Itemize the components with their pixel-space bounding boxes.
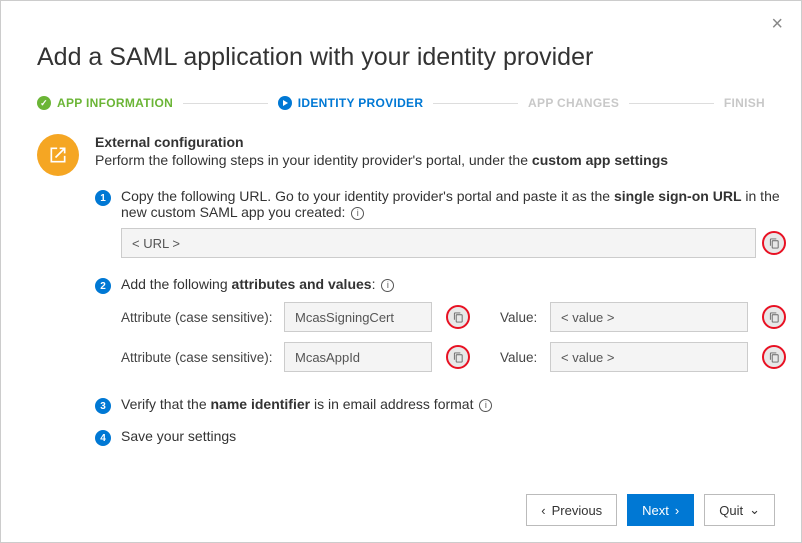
info-icon[interactable]: i <box>479 399 492 412</box>
copy-value-button[interactable] <box>762 305 786 329</box>
chevron-left-icon: ‹ <box>541 503 545 518</box>
attribute-name-field[interactable] <box>284 342 432 372</box>
value-label: Value: <box>500 350 542 365</box>
copy-url-button[interactable] <box>762 231 786 255</box>
step-finish: FINISH <box>724 96 765 110</box>
close-button[interactable]: × <box>771 13 783 36</box>
copy-icon <box>453 312 464 323</box>
instruction-2: 2 Add the following attributes and value… <box>95 276 786 382</box>
step-label: APP CHANGES <box>528 96 619 110</box>
step-divider <box>183 103 268 104</box>
step-app-changes: APP CHANGES <box>528 96 619 110</box>
sso-url-field[interactable] <box>121 228 756 258</box>
step-divider <box>433 103 518 104</box>
step-label: FINISH <box>724 96 765 110</box>
step-number-badge: 2 <box>95 278 111 294</box>
step-number-badge: 1 <box>95 190 111 206</box>
info-icon[interactable]: i <box>381 279 394 292</box>
copy-icon <box>769 312 780 323</box>
step-divider <box>629 103 714 104</box>
step-app-information: ✓ APP INFORMATION <box>37 96 173 110</box>
chevron-right-icon: › <box>675 503 679 518</box>
next-button[interactable]: Next › <box>627 494 694 526</box>
step-label: IDENTITY PROVIDER <box>298 96 424 110</box>
attribute-row: Attribute (case sensitive): Value: <box>121 342 786 372</box>
chevron-down-icon: ⌄ <box>749 502 760 518</box>
previous-button[interactable]: ‹ Previous <box>526 494 617 526</box>
copy-attribute-button[interactable] <box>446 345 470 369</box>
attribute-label: Attribute (case sensitive): <box>121 350 276 365</box>
copy-icon <box>769 352 780 363</box>
external-link-icon <box>37 134 79 176</box>
attribute-label: Attribute (case sensitive): <box>121 310 276 325</box>
copy-attribute-button[interactable] <box>446 305 470 329</box>
value-label: Value: <box>500 310 542 325</box>
step-number-badge: 4 <box>95 430 111 446</box>
info-icon[interactable]: i <box>351 207 364 220</box>
section-title: External configuration <box>95 134 786 150</box>
attribute-value-field[interactable] <box>550 342 748 372</box>
copy-value-button[interactable] <box>762 345 786 369</box>
attribute-row: Attribute (case sensitive): Value: <box>121 302 786 332</box>
instruction-4: 4 Save your settings <box>95 428 786 446</box>
dialog-title: Add a SAML application with your identit… <box>37 43 765 72</box>
instruction-1: 1 Copy the following URL. Go to your ide… <box>95 188 786 262</box>
step-number-badge: 3 <box>95 398 111 414</box>
play-icon <box>278 96 292 110</box>
wizard-steps: ✓ APP INFORMATION IDENTITY PROVIDER APP … <box>1 82 801 118</box>
copy-icon <box>769 238 780 249</box>
attribute-name-field[interactable] <box>284 302 432 332</box>
quit-button[interactable]: Quit ⌄ <box>704 494 775 526</box>
section-description: Perform the following steps in your iden… <box>95 152 786 168</box>
check-icon: ✓ <box>37 96 51 110</box>
step-label: APP INFORMATION <box>57 96 173 110</box>
instruction-3: 3 Verify that the name identifier is in … <box>95 396 786 414</box>
attribute-value-field[interactable] <box>550 302 748 332</box>
copy-icon <box>453 352 464 363</box>
step-identity-provider: IDENTITY PROVIDER <box>278 96 424 110</box>
